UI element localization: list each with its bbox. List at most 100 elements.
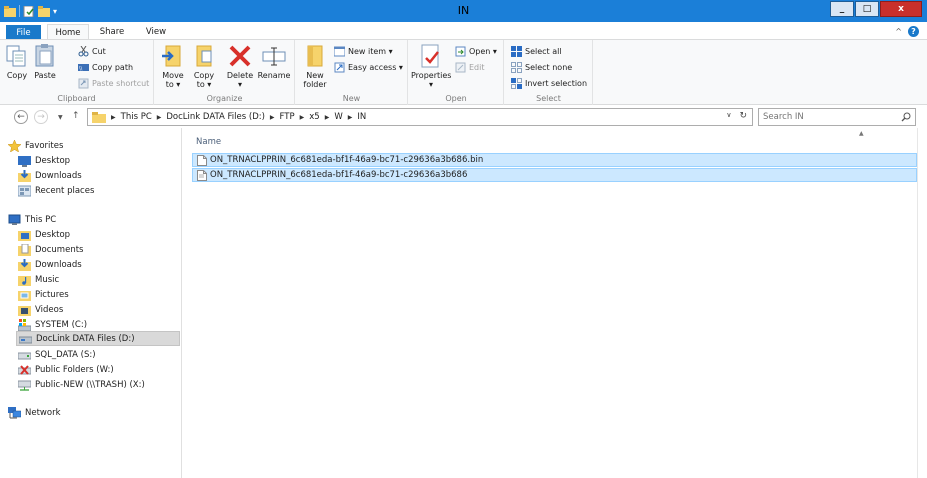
paste-shortcut-button[interactable]: Paste shortcut: [78, 78, 149, 89]
copy-to-label: Copy to ▾: [193, 71, 215, 89]
paste-button[interactable]: Paste: [32, 43, 58, 80]
nav-pc-pictures-label: Pictures: [35, 289, 69, 300]
nav-fav-desktop[interactable]: Desktop: [18, 153, 70, 168]
collapse-ribbon-icon[interactable]: ^: [895, 27, 902, 36]
address-bar[interactable]: ▶ This PC ▶ DocLink DATA Files (D:) ▶ FT…: [87, 108, 753, 126]
address-dropdown-icon[interactable]: ∨: [726, 111, 731, 121]
system-drive-icon: [18, 318, 31, 331]
search-icon[interactable]: [901, 112, 911, 122]
new-folder-button[interactable]: New folder: [300, 43, 330, 89]
help-icon[interactable]: ?: [908, 26, 919, 37]
edit-icon: [455, 62, 466, 73]
nav-pc-downloads[interactable]: Downloads: [18, 257, 82, 272]
nav-pc-desktop[interactable]: Desktop: [18, 227, 70, 242]
search-input[interactable]: [763, 111, 893, 123]
copy-path-icon: \\: [78, 64, 89, 72]
recent-places-icon: [18, 185, 31, 196]
invert-selection-label: Invert selection: [525, 79, 588, 88]
nav-pc-pictures[interactable]: Pictures: [18, 287, 69, 302]
nav-pc-public-folders-w[interactable]: Public Folders (W:): [18, 362, 114, 377]
delete-x-icon: [229, 45, 251, 67]
tab-file[interactable]: File: [6, 25, 41, 40]
tab-view[interactable]: View: [139, 24, 173, 40]
breadcrumb-in[interactable]: IN: [357, 112, 366, 122]
invert-selection-button[interactable]: Invert selection: [511, 78, 587, 89]
nav-pc-documents[interactable]: Documents: [18, 242, 83, 257]
drive-icon: [18, 352, 31, 359]
up-arrow-icon[interactable]: ↑: [72, 111, 80, 121]
copy-path-button[interactable]: \\ Copy path: [78, 62, 133, 73]
breadcrumb-separator-icon[interactable]: ▶: [348, 114, 353, 121]
delete-button[interactable]: Delete ▾: [225, 43, 255, 89]
file-row[interactable]: ON_TRNACLPPRIN_6c681eda-bf1f-46a9-bc71-c…: [192, 153, 917, 167]
forward-button[interactable]: →: [34, 110, 48, 124]
easy-access-button[interactable]: Easy access ▾: [334, 62, 403, 73]
nav-favorites[interactable]: Favorites: [8, 138, 63, 153]
select-all-button[interactable]: Select all: [511, 46, 562, 57]
search-box[interactable]: [758, 108, 916, 126]
nav-pc-doclink-d[interactable]: DocLink DATA Files (D:): [16, 331, 180, 346]
refresh-icon[interactable]: ↻: [739, 111, 747, 121]
nav-pc-doclink-d-label: DocLink DATA Files (D:): [36, 333, 135, 344]
open-label: Open ▾: [469, 47, 497, 56]
nav-pc-music[interactable]: Music: [18, 272, 59, 287]
tab-home[interactable]: Home: [47, 24, 89, 40]
cut-button[interactable]: Cut: [78, 46, 106, 57]
new-item-button[interactable]: New item ▾: [334, 46, 393, 57]
breadcrumb-drive-d[interactable]: DocLink DATA Files (D:): [166, 112, 265, 122]
file-row[interactable]: ON_TRNACLPPRIN_6c681eda-bf1f-46a9-bc71-c…: [192, 168, 917, 182]
breadcrumb-separator-icon[interactable]: ▶: [157, 114, 162, 121]
move-to-button[interactable]: Move to ▾: [159, 43, 187, 89]
disconnected-network-drive-icon: [18, 364, 31, 375]
open-group-label: Open: [445, 94, 467, 103]
open-button[interactable]: Open ▾: [455, 46, 497, 57]
breadcrumb-separator-icon[interactable]: ▶: [111, 114, 116, 121]
nav-network[interactable]: Network: [8, 405, 61, 420]
breadcrumb-x5[interactable]: x5: [309, 112, 319, 122]
breadcrumb-w[interactable]: W: [334, 112, 342, 122]
documents-icon: [18, 243, 31, 256]
breadcrumb-ftp[interactable]: FTP: [280, 112, 295, 122]
recent-locations-icon[interactable]: ▼: [58, 114, 63, 121]
copy-button[interactable]: Copy: [4, 43, 30, 80]
copy-to-button[interactable]: Copy to ▾: [190, 43, 218, 89]
nav-fav-downloads[interactable]: Downloads: [18, 168, 82, 183]
rename-label: Rename: [257, 71, 291, 80]
rename-button[interactable]: Rename: [257, 43, 291, 80]
ribbon: Copy Paste Cut \\ Copy path Paste shortc…: [0, 39, 927, 105]
scissors-icon: [78, 46, 89, 57]
breadcrumb-separator-icon[interactable]: ▶: [325, 114, 330, 121]
new-group: New folder New item ▾ Easy access ▾ New: [296, 40, 408, 105]
easy-access-label: Easy access ▾: [348, 63, 403, 72]
nav-pc-public-new-x[interactable]: Public-NEW (\\TRASH) (X:): [18, 377, 145, 392]
maximize-button[interactable]: □: [855, 1, 879, 17]
vertical-scrollbar[interactable]: [917, 128, 927, 478]
select-group: Select all Select none Invert selection …: [505, 40, 593, 105]
minimize-button[interactable]: _: [830, 1, 854, 17]
nav-pc-videos[interactable]: Videos: [18, 302, 63, 317]
close-button[interactable]: x: [880, 1, 922, 17]
column-header-name[interactable]: Name: [196, 137, 221, 147]
file-list: ▲ Name ON_TRNACLPPRIN_6c681eda-bf1f-46a9…: [182, 128, 927, 478]
paste-label: Paste: [34, 71, 56, 80]
paste-shortcut-icon: [78, 78, 89, 89]
new-item-icon: [334, 46, 345, 57]
copy-icon: [6, 45, 26, 67]
back-button[interactable]: ←: [14, 110, 28, 124]
tab-share[interactable]: Share: [95, 24, 129, 40]
edit-button[interactable]: Edit: [455, 62, 485, 73]
breadcrumb-separator-icon[interactable]: ▶: [270, 114, 275, 121]
properties-button[interactable]: Properties ▾: [411, 43, 451, 89]
breadcrumb-separator-icon[interactable]: ▶: [300, 114, 305, 121]
nav-fav-recent-places[interactable]: Recent places: [18, 183, 94, 198]
nav-pc-sql-data-s[interactable]: SQL_DATA (S:): [18, 347, 96, 362]
move-to-icon: [162, 45, 181, 67]
nav-pc-system-c[interactable]: SYSTEM (C:): [18, 317, 87, 332]
select-group-label: Select: [536, 94, 561, 103]
properties-icon: [421, 44, 439, 68]
nav-fav-downloads-label: Downloads: [35, 170, 82, 181]
breadcrumb-this-pc[interactable]: This PC: [121, 112, 152, 122]
svg-text:\\: \\: [79, 66, 83, 72]
nav-this-pc[interactable]: This PC: [8, 212, 56, 227]
select-none-button[interactable]: Select none: [511, 62, 572, 73]
